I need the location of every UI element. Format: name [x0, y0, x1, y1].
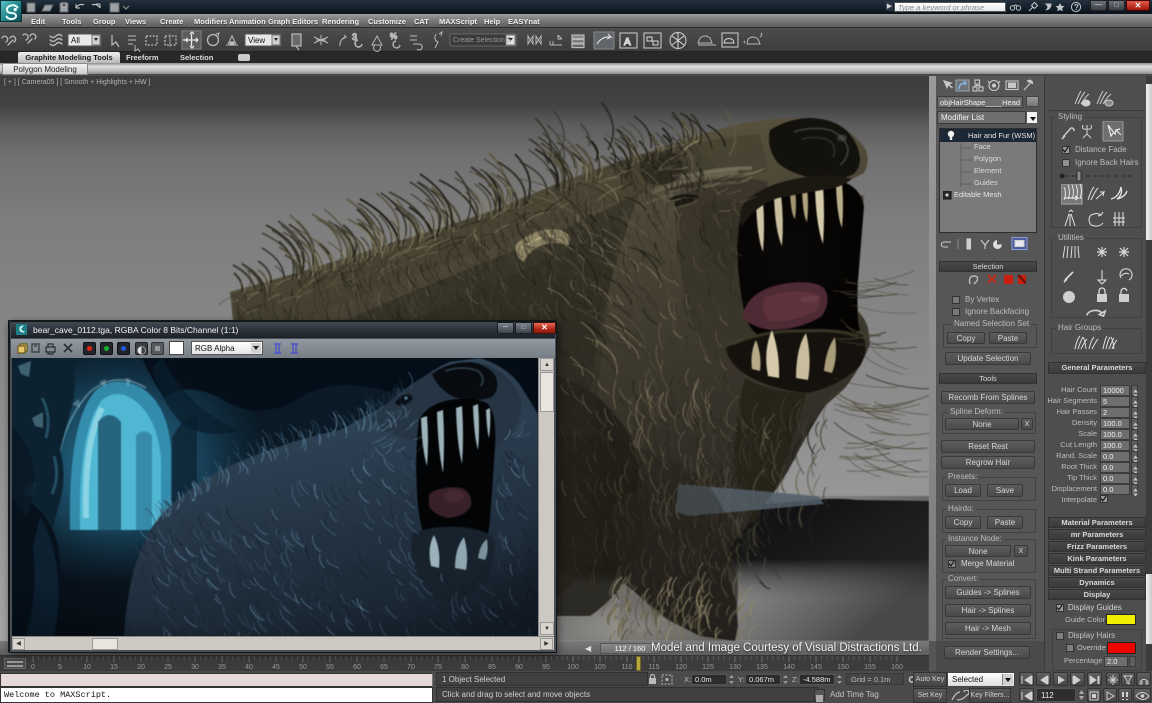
svg-text:140: 140 [783, 664, 795, 671]
svg-text:125: 125 [702, 664, 714, 671]
svg-text:85: 85 [488, 664, 496, 671]
svg-text:35: 35 [218, 664, 226, 671]
svg-text:80: 80 [461, 664, 469, 671]
svg-text:160: 160 [891, 664, 903, 671]
svg-text:60: 60 [353, 664, 361, 671]
svg-text:0: 0 [31, 664, 35, 671]
svg-text:95: 95 [542, 664, 550, 671]
svg-text:A: A [624, 37, 631, 48]
svg-text:Create Selection S: Create Selection S [453, 37, 512, 44]
svg-text:65: 65 [380, 664, 388, 671]
svg-text:130: 130 [729, 664, 741, 671]
svg-text:30: 30 [191, 664, 199, 671]
svg-text:25: 25 [164, 664, 172, 671]
svg-text:135: 135 [756, 664, 768, 671]
svg-text:100: 100 [567, 664, 579, 671]
svg-text:115: 115 [648, 664, 659, 671]
svg-text:150: 150 [837, 664, 849, 671]
svg-text:90: 90 [515, 664, 523, 671]
svg-text:20: 20 [137, 664, 145, 671]
svg-text:55: 55 [326, 664, 334, 671]
svg-text:105: 105 [594, 664, 606, 671]
svg-text:10: 10 [83, 664, 91, 671]
svg-text:145: 145 [810, 664, 822, 671]
svg-text:120: 120 [675, 664, 687, 671]
svg-text:70: 70 [407, 664, 415, 671]
svg-text:155: 155 [864, 664, 876, 671]
svg-text:110: 110 [621, 664, 632, 671]
svg-text:View: View [248, 36, 265, 45]
svg-text:40: 40 [245, 664, 253, 671]
svg-text:15: 15 [110, 664, 118, 671]
svg-text:50: 50 [299, 664, 307, 671]
svg-text:All: All [71, 36, 80, 45]
svg-text:45: 45 [272, 664, 280, 671]
svg-text:5: 5 [58, 664, 62, 671]
svg-text:%: % [390, 32, 397, 41]
svg-text:75: 75 [434, 664, 442, 671]
svg-text:?: ? [1074, 3, 1079, 12]
